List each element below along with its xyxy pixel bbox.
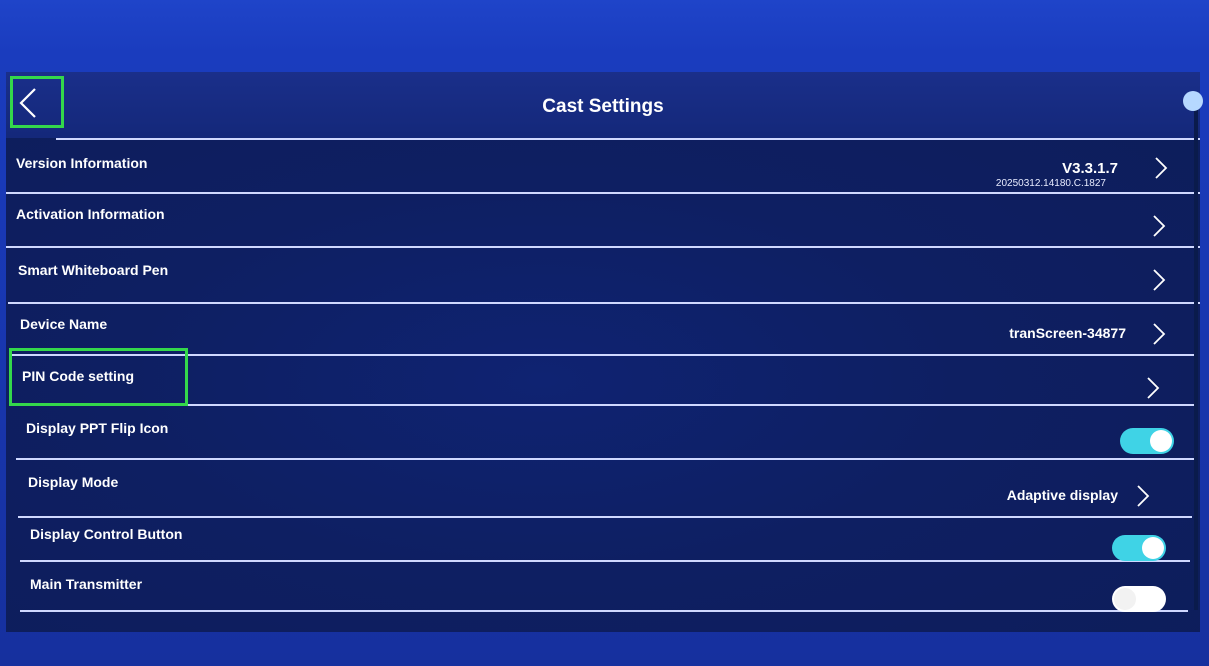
row-label: Display Control Button [30, 526, 183, 542]
cast-settings-screen: Cast Settings Version Information V3.3.1… [6, 72, 1200, 632]
toggle-knob [1142, 537, 1164, 559]
scrollbar-track[interactable] [1194, 110, 1198, 610]
chevron-right-icon [1137, 485, 1150, 507]
row-label: Device Name [20, 316, 108, 332]
toggle-knob [1150, 430, 1172, 452]
chevron-right-icon [1155, 157, 1168, 179]
settings-row-display-ppt-flip-icon: Display PPT Flip Icon [16, 406, 1194, 460]
version-value: V3.3.1.7 [1062, 160, 1118, 177]
settings-row-display-control-button: Display Control Button [20, 518, 1190, 562]
toggle-knob [1114, 588, 1136, 610]
control-button-toggle[interactable] [1112, 535, 1166, 561]
settings-row-display-mode[interactable]: Display Mode Adaptive display [18, 460, 1192, 518]
chevron-right-icon [1153, 215, 1166, 237]
row-label: Display PPT Flip Icon [26, 420, 169, 436]
row-label: Smart Whiteboard Pen [18, 262, 169, 278]
settings-row-activation-information[interactable]: Activation Information [6, 194, 1200, 248]
display-mode-value: Adaptive display [1006, 487, 1118, 503]
settings-row-version-information[interactable]: Version Information V3.3.1.7 20250312.14… [6, 140, 1200, 194]
settings-row-device-name[interactable]: Device Name tranScreen-34877 [10, 304, 1198, 356]
settings-row-smart-whiteboard-pen[interactable]: Smart Whiteboard Pen [8, 248, 1200, 304]
chevron-right-icon [1153, 269, 1166, 291]
ppt-flip-icon-toggle[interactable] [1120, 428, 1174, 454]
row-label: Display Mode [28, 474, 119, 490]
chevron-right-icon [1147, 377, 1160, 399]
build-number: 20250312.14180.C.1827 [995, 178, 1106, 189]
scrollbar-thumb[interactable] [1183, 91, 1203, 111]
device-name-value: tranScreen-34877 [1009, 325, 1126, 341]
row-label: PIN Code setting [22, 368, 135, 384]
header-bar: Cast Settings [6, 72, 1200, 138]
page-title: Cast Settings [542, 96, 664, 117]
row-label: Version Information [16, 155, 148, 171]
settings-row-pin-code-setting[interactable]: PIN Code setting [12, 356, 1196, 406]
row-label: Main Transmitter [30, 576, 143, 592]
main-transmitter-toggle[interactable] [1112, 586, 1166, 612]
settings-row-main-transmitter: Main Transmitter [20, 562, 1188, 612]
chevron-right-icon [1153, 323, 1166, 345]
row-label: Activation Information [16, 206, 165, 222]
